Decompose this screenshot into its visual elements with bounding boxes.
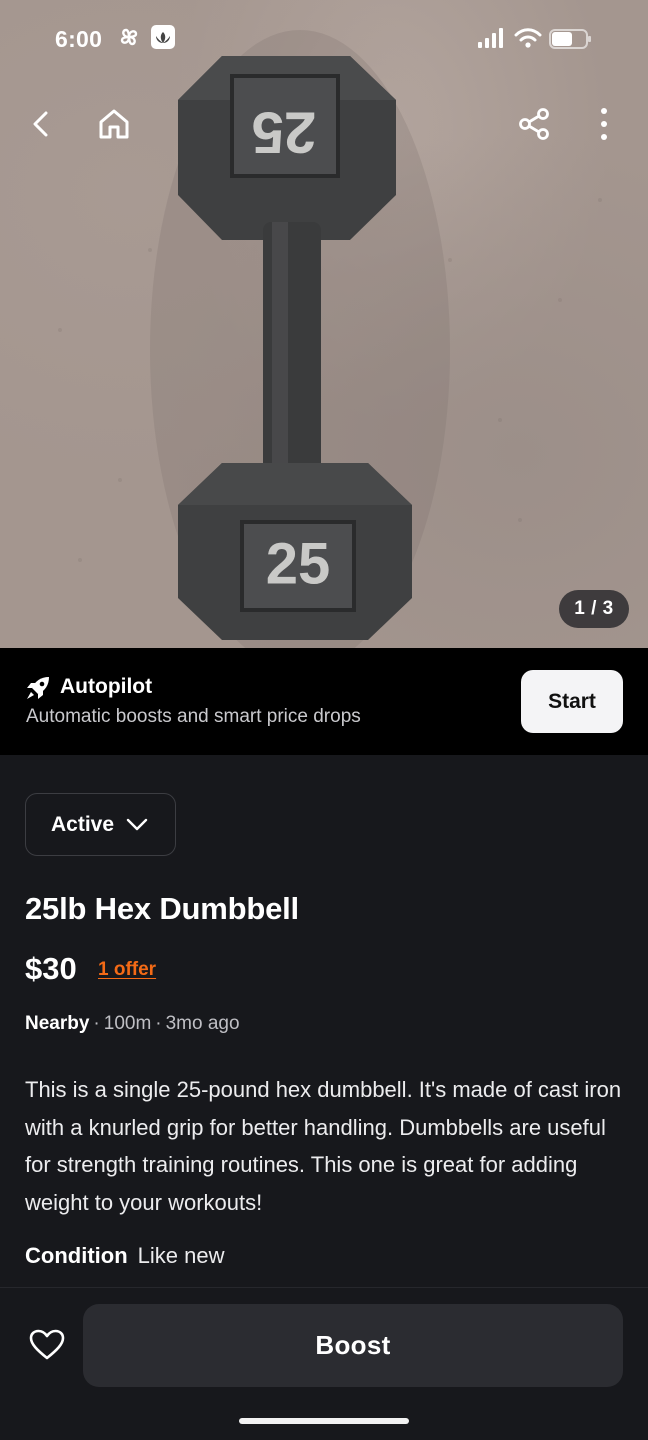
dumbbell-photo: 25 25 [58, 30, 602, 648]
listing-meta: Nearby · 100m · 3mo ago [25, 1013, 240, 1034]
battery-icon [549, 28, 593, 55]
offers-link[interactable]: 1 offer [98, 959, 156, 981]
autopilot-subtitle: Automatic boosts and smart price drops [26, 706, 361, 727]
status-bar: 6:00 [0, 0, 648, 80]
listing-distance: 100m [103, 1013, 152, 1034]
rocket-icon [25, 675, 51, 706]
favorite-button[interactable] [24, 1322, 70, 1368]
listing-posted-time: 3mo ago [165, 1013, 240, 1034]
listing-price: $30 [25, 951, 77, 986]
listing-description: This is a single 25-pound hex dumbbell. … [25, 1077, 622, 1216]
pinwheel-icon [116, 24, 142, 55]
back-button[interactable] [18, 100, 66, 148]
status-time: 6:00 [55, 26, 103, 52]
listing-title: 25lb Hex Dumbbell [25, 891, 299, 926]
condition-label: Condition [25, 1243, 128, 1268]
share-icon [519, 108, 549, 140]
listing-condition: Condition Like new [25, 1243, 224, 1269]
wifi-icon [514, 27, 542, 54]
heart-icon [29, 1329, 65, 1360]
home-button[interactable] [90, 100, 138, 148]
listing-status-dropdown[interactable]: Active [25, 793, 176, 856]
listing-location: Nearby [25, 1013, 90, 1034]
home-indicator[interactable] [239, 1418, 409, 1424]
more-options-button[interactable] [580, 100, 628, 148]
back-icon [33, 111, 48, 137]
photo-counter: 1 / 3 [559, 590, 629, 628]
boost-button[interactable]: Boost [83, 1304, 623, 1387]
share-button[interactable] [510, 100, 558, 148]
listing-status-label: Active [51, 812, 115, 836]
weight-label-top: 25 [252, 100, 317, 165]
weight-label-bottom: 25 [266, 531, 331, 596]
home-icon [99, 109, 129, 139]
signal-icon [478, 28, 506, 53]
chevron-down-icon [126, 818, 148, 830]
autopilot-start-button[interactable]: Start [521, 670, 623, 733]
condition-value: Like new [137, 1243, 225, 1268]
autopilot-title: Autopilot [60, 675, 153, 698]
listing-photo[interactable]: 25 25 6:00 1 / 3 [0, 0, 648, 648]
more-icon [601, 108, 607, 140]
lotus-app-icon [150, 24, 176, 55]
